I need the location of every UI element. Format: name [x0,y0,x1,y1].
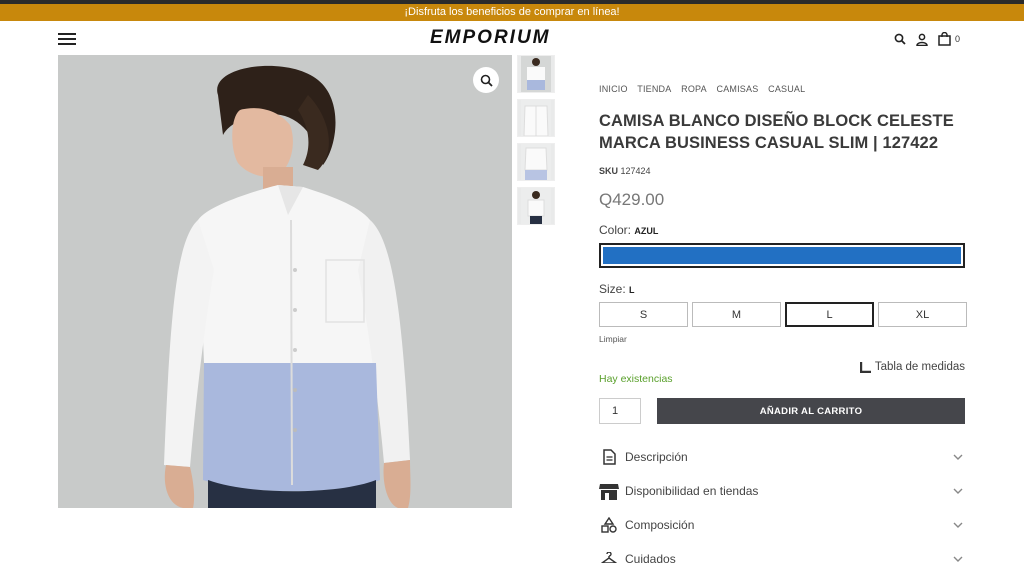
thumbnail[interactable] [517,99,555,137]
hanger-icon [599,550,619,563]
size-chart-link[interactable]: Tabla de medidas [859,361,965,373]
thumbnail-strip [517,55,555,231]
size-option-m[interactable]: M [692,302,781,327]
chevron-down-icon [953,522,963,528]
product-main-image[interactable] [58,55,512,508]
size-option-s[interactable]: S [599,302,688,327]
color-swatch-fill [603,247,961,264]
add-to-cart-button[interactable]: AÑADIR AL CARRITO [657,398,965,424]
size-chart-label: Tabla de medidas [874,361,965,373]
size-options: S M L XL [599,302,967,327]
size-option-xl[interactable]: XL [878,302,967,327]
cart-count: 0 [955,34,961,44]
breadcrumb-item[interactable]: ROPA [681,84,707,94]
accordion-care[interactable]: Cuidados [599,549,965,563]
account-icon[interactable] [916,33,928,46]
store-icon [599,482,619,500]
promo-banner: ¡Disfruta los beneficios de comprar en l… [0,4,1024,21]
document-icon [599,448,619,466]
search-icon[interactable] [894,33,906,45]
product-title-line: MARCA BUSINESS CASUAL SLIM | 127422 [599,134,939,152]
shapes-icon [599,516,619,534]
breadcrumb: INICIO TIENDA ROPA CAMISAS CASUAL [599,84,812,94]
accordion-label: Cuidados [625,552,676,563]
thumbnail[interactable] [517,55,555,93]
magnify-icon [480,74,493,87]
promo-text: ¡Disfruta los beneficios de comprar en l… [404,6,620,18]
accordion-label: Descripción [625,450,688,464]
chevron-down-icon [953,488,963,494]
accordion-composition[interactable]: Composición [599,515,965,535]
size-label: Size: [599,282,626,296]
chevron-down-icon [953,454,963,460]
zoom-button[interactable] [473,67,499,93]
product-price: Q429.00 [599,190,665,209]
color-value: AZUL [634,226,659,236]
clear-selection-link[interactable]: Limpiar [599,334,627,344]
stock-status: Hay existencias [599,373,673,385]
sku-value: 127424 [620,166,651,176]
color-label-row: Color: AZUL [599,223,658,237]
color-swatch-azul[interactable] [599,243,965,268]
breadcrumb-item[interactable]: CASUAL [768,84,805,94]
model-photo [58,55,512,508]
sku-label: SKU [599,166,619,176]
accordion-label: Composición [625,518,695,532]
breadcrumb-item[interactable]: INICIO [599,84,628,94]
site-header: EMPORIUM 0 [0,21,1024,55]
site-logo[interactable]: EMPORIUM [430,27,551,49]
sku: SKU 127424 [599,166,651,176]
color-label: Color: [599,223,632,237]
chevron-down-icon [953,556,963,562]
thumbnail[interactable] [517,143,555,181]
breadcrumb-item[interactable]: CAMISAS [717,84,759,94]
size-value: L [629,285,635,295]
ruler-icon [859,361,871,373]
product-title-line: CAMISA BLANCO DISEÑO BLOCK CELESTE [599,112,954,130]
accordion-label: Disponibilidad en tiendas [625,484,759,498]
breadcrumb-item[interactable]: TIENDA [637,84,671,94]
thumbnail[interactable] [517,187,555,225]
quantity-input[interactable]: 1 [599,398,641,424]
menu-icon[interactable] [58,33,76,45]
cart-icon[interactable] [938,32,951,46]
size-label-row: Size: L [599,282,635,296]
size-option-l[interactable]: L [785,302,874,327]
product-title: CAMISA BLANCO DISEÑO BLOCK CELESTE MARCA… [599,110,969,154]
accordion-store-availability[interactable]: Disponibilidad en tiendas [599,481,965,501]
header-actions: 0 [894,30,960,48]
accordion-description[interactable]: Descripción [599,447,965,467]
